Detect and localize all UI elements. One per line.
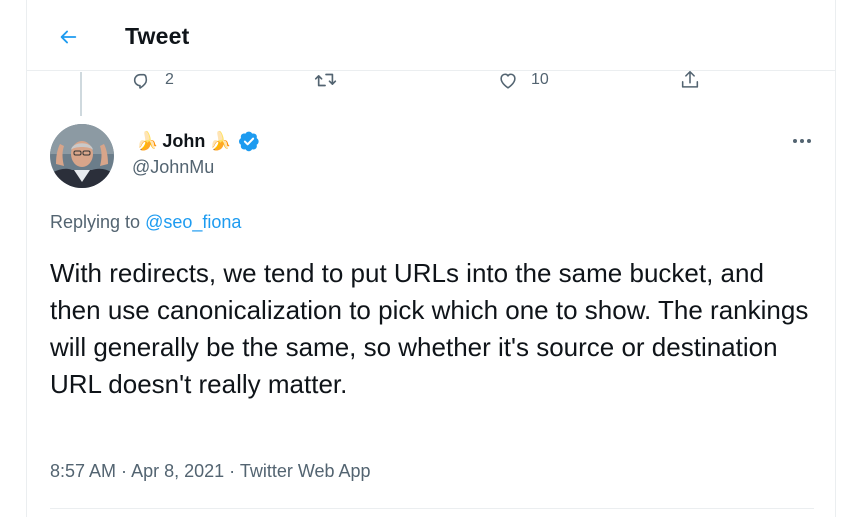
retweet-button[interactable] [313, 66, 351, 94]
like-count: 10 [531, 71, 549, 88]
tweet-date[interactable]: Apr 8, 2021 [131, 461, 224, 481]
replying-to-link[interactable]: @seo_fiona [145, 212, 241, 232]
tweet-column: Tweet 2 10 🍌 John 🍌 @JohnMu Replying to … [26, 0, 836, 517]
replying-to-line: Replying to @seo_fiona [50, 212, 241, 233]
author-name-row[interactable]: 🍌 John 🍌 [132, 130, 260, 152]
profile-photo [50, 124, 114, 188]
avatar[interactable] [50, 124, 114, 188]
tweet-metadata: 8:57 AM · Apr 8, 2021 · Twitter Web App [50, 461, 371, 482]
more-horizontal-icon [793, 139, 811, 143]
share-button[interactable] [679, 66, 701, 94]
tweet-text: With redirects, we tend to put URLs into… [50, 258, 809, 399]
banana-emoji: 🍌 [136, 130, 159, 151]
meta-separator: · [116, 461, 132, 481]
tweet-time[interactable]: 8:57 AM [50, 461, 116, 481]
author-name: John [162, 130, 206, 151]
reply-count: 2 [165, 71, 174, 88]
verified-badge-icon [238, 131, 259, 152]
author-handle[interactable]: @JohnMu [132, 157, 214, 178]
arrow-left-icon [60, 30, 77, 44]
replying-prefix: Replying to [50, 212, 146, 232]
like-icon [500, 73, 516, 89]
page-title: Tweet [125, 23, 190, 49]
reply-icon [133, 73, 148, 89]
retweet-icon [314, 73, 337, 87]
banana-emoji: 🍌 [209, 130, 232, 151]
reply-button[interactable]: 2 [131, 66, 174, 94]
tweet-source[interactable]: Twitter Web App [240, 461, 371, 481]
previous-tweet-actions: 2 10 [27, 66, 835, 94]
meta-separator: · [224, 461, 240, 481]
more-options-button[interactable] [787, 128, 817, 154]
divider [50, 508, 814, 509]
share-icon [681, 70, 699, 88]
back-button[interactable] [51, 20, 85, 54]
like-button[interactable]: 10 [497, 66, 549, 94]
page-header: Tweet [27, 0, 835, 71]
